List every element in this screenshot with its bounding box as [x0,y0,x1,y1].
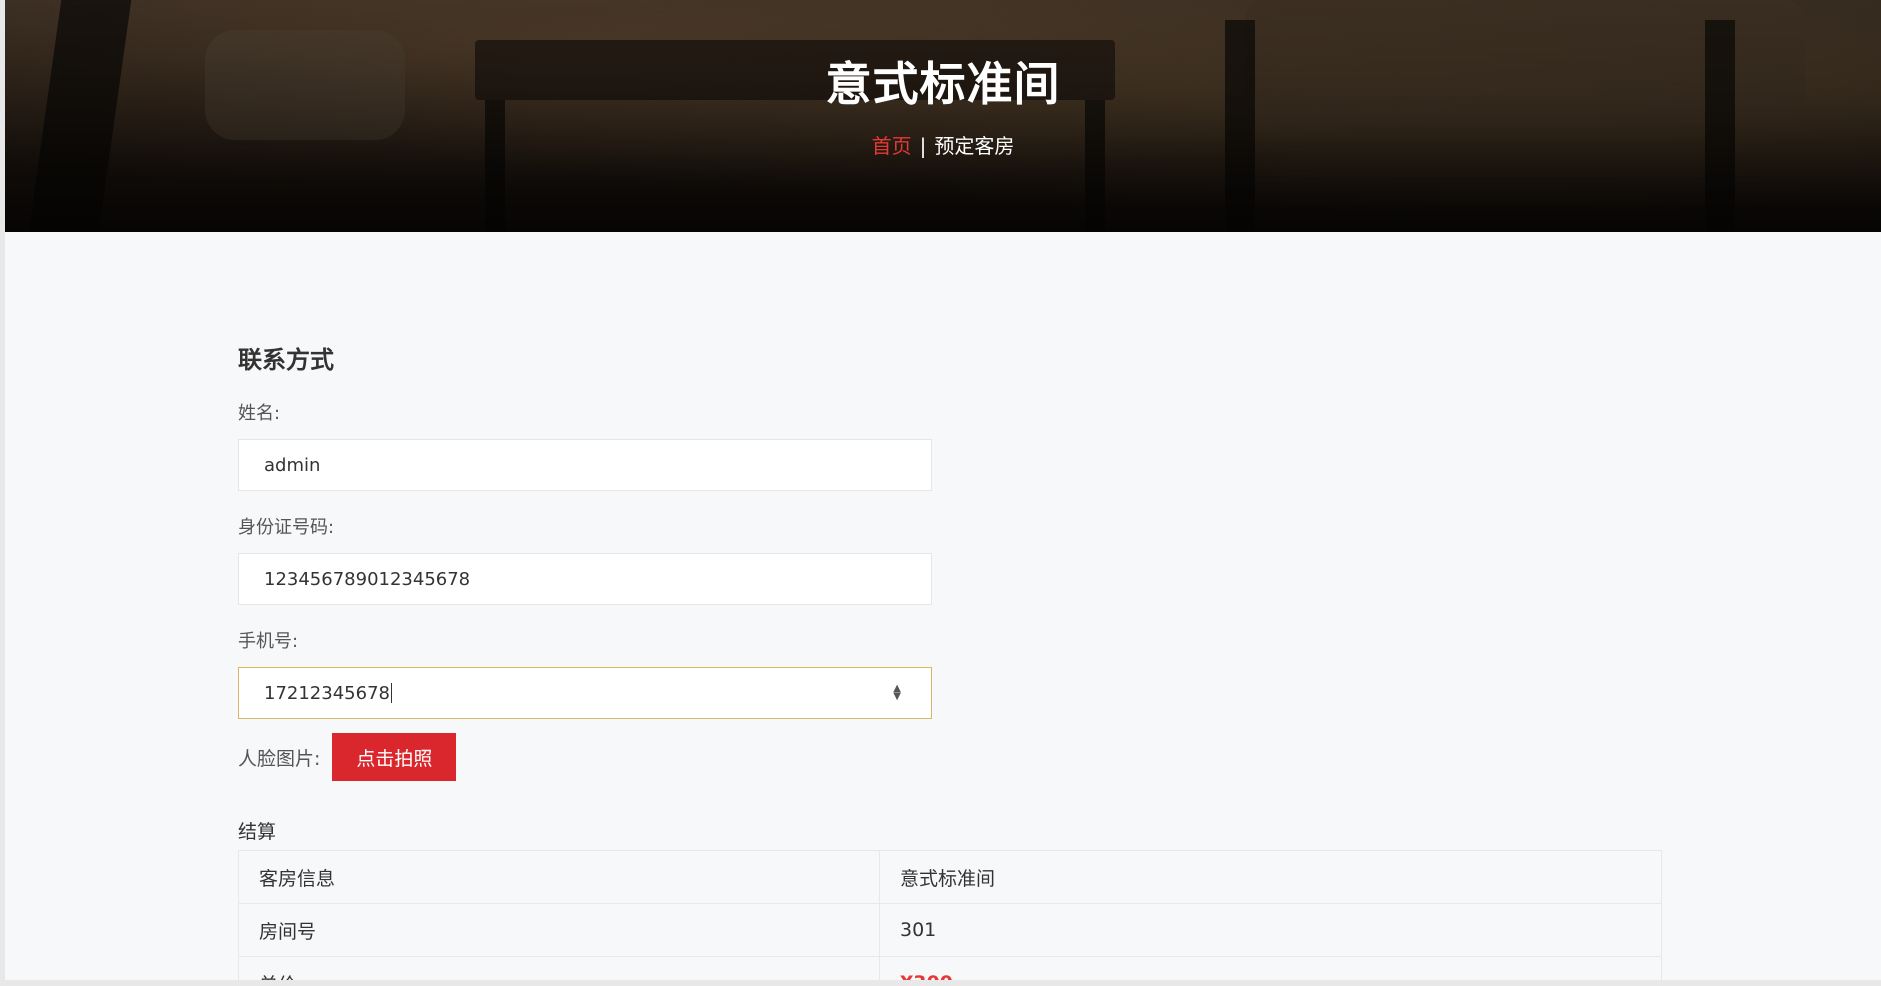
breadcrumb-separator: | [919,134,927,158]
phone-input-value: 17212345678 [264,682,390,704]
id-number-label: 身份证号码: [238,517,335,538]
booking-form: 联系方式 姓名: admin 身份证号码: 123456789012345678… [238,340,1662,986]
row-value-room-number: 301 [879,903,1662,957]
number-spinner-icon[interactable]: ▲ ▼ [893,684,901,702]
contact-section-title: 联系方式 [238,346,334,374]
page-title: 意式标准间 [825,57,1061,111]
settlement-table: 客房信息 意式标准间 房间号 301 单价 ¥300 [238,850,1662,986]
id-number-input[interactable]: 123456789012345678 [238,553,932,605]
row-value-room-info: 意式标准间 [879,850,1662,904]
name-input[interactable]: admin [238,439,932,491]
name-input-value: admin [264,454,321,476]
breadcrumb: 首页 | 预定客房 [5,130,1881,159]
hero-banner: 意式标准间 首页 | 预定客房 [5,0,1881,232]
breadcrumb-home-link[interactable]: 首页 [872,134,912,158]
spinner-down-icon[interactable]: ▼ [893,692,901,702]
breadcrumb-current: 预定客房 [934,134,1015,158]
phone-label: 手机号: [238,631,299,652]
take-photo-button[interactable]: 点击拍照 [332,733,457,781]
settlement-title: 结算 [238,821,277,843]
text-caret [390,683,392,703]
name-label: 姓名: [238,403,281,424]
row-key-room-number: 房间号 [238,903,880,957]
hero-overlay [5,0,1881,232]
phone-input[interactable]: 17212345678 ▲ ▼ [238,667,932,719]
face-photo-row: 人脸图片: 点击拍照 [238,733,1662,781]
id-number-input-value: 123456789012345678 [264,568,471,590]
face-photo-label: 人脸图片: [238,747,321,770]
table-row: 房间号 301 [238,903,1662,957]
window-bottom-edge [0,980,1881,986]
table-row: 客房信息 意式标准间 [238,850,1662,904]
row-key-room-info: 客房信息 [238,850,880,904]
